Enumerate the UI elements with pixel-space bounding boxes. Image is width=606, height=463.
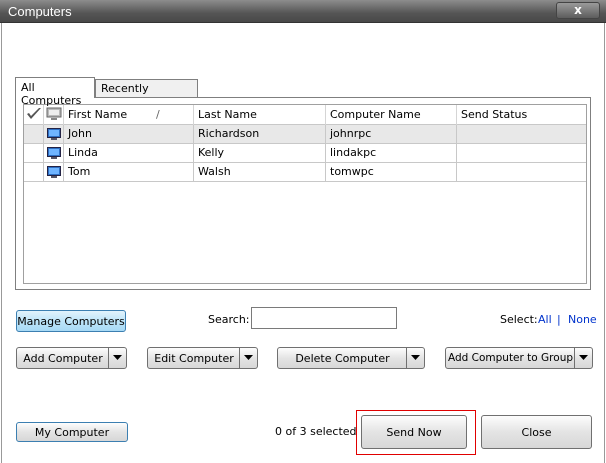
column-label: Computer Name (330, 108, 421, 121)
my-computer-button[interactable]: My Computer (16, 422, 128, 442)
grid-header: First Name / Last Name Computer Name Sen… (24, 105, 586, 125)
delete-computer-button[interactable]: Delete Computer (278, 348, 407, 368)
cell-send-status (457, 125, 586, 144)
add-computer-dropdown[interactable] (108, 348, 126, 368)
cell-send-status (457, 163, 586, 182)
add-to-group-dropdown[interactable] (574, 348, 592, 368)
manage-computers-button[interactable]: Manage Computers (16, 310, 126, 332)
send-now-button[interactable]: Send Now (361, 415, 467, 449)
tab-all-computers[interactable]: All Computers (15, 77, 95, 107)
close-icon: x (574, 3, 582, 17)
monitor-icon (46, 107, 62, 120)
computer-icon (47, 147, 61, 159)
cell-first-name: Linda (64, 144, 194, 163)
chevron-down-icon (579, 355, 588, 360)
row-checkbox[interactable] (24, 125, 44, 144)
column-last-name[interactable]: Last Name (194, 105, 326, 125)
column-computer-name[interactable]: Computer Name (326, 105, 457, 125)
button-label: Send Now (386, 426, 442, 439)
cell-first-name: John (64, 125, 194, 144)
checkmark-icon (27, 108, 41, 119)
column-label: First Name (68, 108, 128, 121)
add-to-group-split-button[interactable]: Add Computer to Group (445, 347, 593, 369)
cell-last-name: Kelly (194, 144, 326, 163)
chevron-down-icon (244, 355, 253, 360)
column-label: Last Name (198, 108, 257, 121)
row-checkbox[interactable] (24, 144, 44, 163)
cell-send-status (457, 144, 586, 163)
table-row[interactable]: Linda Kelly lindakpc (24, 144, 586, 163)
edit-computer-dropdown[interactable] (239, 348, 257, 368)
select-separator: | (557, 313, 561, 326)
column-first-name[interactable]: First Name / (64, 105, 194, 125)
tab-panel: First Name / Last Name Computer Name Sen… (15, 97, 591, 290)
button-label: My Computer (34, 426, 110, 439)
add-computer-split-button[interactable]: Add Computer (16, 347, 127, 369)
cell-computer-name: tomwpc (326, 163, 457, 182)
close-button[interactable]: Close (481, 415, 592, 449)
delete-computer-split-button[interactable]: Delete Computer (277, 347, 425, 369)
delete-computer-dropdown[interactable] (406, 348, 424, 368)
tab-label: All Computers (21, 81, 82, 107)
select-label: Select: (500, 313, 538, 326)
cell-computer-name: lindakpc (326, 144, 457, 163)
window-title: Computers (8, 4, 72, 19)
tab-recently-accessed[interactable]: Recently Accessed (95, 79, 198, 108)
row-icon-cell (44, 125, 64, 144)
table-row[interactable]: John Richardson johnrpc (24, 125, 586, 144)
close-window-button[interactable]: x (556, 2, 600, 19)
computer-type-header[interactable] (44, 105, 64, 125)
sort-indicator-icon: / (156, 108, 160, 121)
column-label: Send Status (461, 108, 528, 121)
chevron-down-icon (411, 355, 420, 360)
chevron-down-icon (113, 355, 122, 360)
button-label: Close (521, 426, 552, 439)
add-computer-button[interactable]: Add Computer (17, 348, 109, 368)
table-row[interactable]: Tom Walsh tomwpc (24, 163, 586, 182)
add-to-group-button[interactable]: Add Computer to Group (446, 348, 575, 368)
search-input[interactable] (251, 307, 397, 329)
edit-computer-split-button[interactable]: Edit Computer (147, 347, 258, 369)
computers-grid[interactable]: First Name / Last Name Computer Name Sen… (23, 104, 587, 284)
cell-last-name: Richardson (194, 125, 326, 144)
column-send-status[interactable]: Send Status (457, 105, 586, 125)
edit-computer-button[interactable]: Edit Computer (148, 348, 240, 368)
select-all-link[interactable]: All (538, 313, 552, 326)
row-checkbox[interactable] (24, 163, 44, 182)
cell-first-name: Tom (64, 163, 194, 182)
select-none-link[interactable]: None (568, 313, 597, 326)
cell-computer-name: johnrpc (326, 125, 457, 144)
search-label: Search: (208, 313, 250, 326)
row-icon-cell (44, 144, 64, 163)
computer-icon (47, 166, 61, 178)
button-label: Manage Computers (17, 315, 125, 328)
row-icon-cell (44, 163, 64, 182)
computer-icon (47, 128, 61, 140)
select-all-checkmark-header[interactable] (24, 105, 44, 125)
selected-count: 0 of 3 selected (275, 425, 357, 438)
title-bar: Computers x (0, 0, 606, 23)
cell-last-name: Walsh (194, 163, 326, 182)
